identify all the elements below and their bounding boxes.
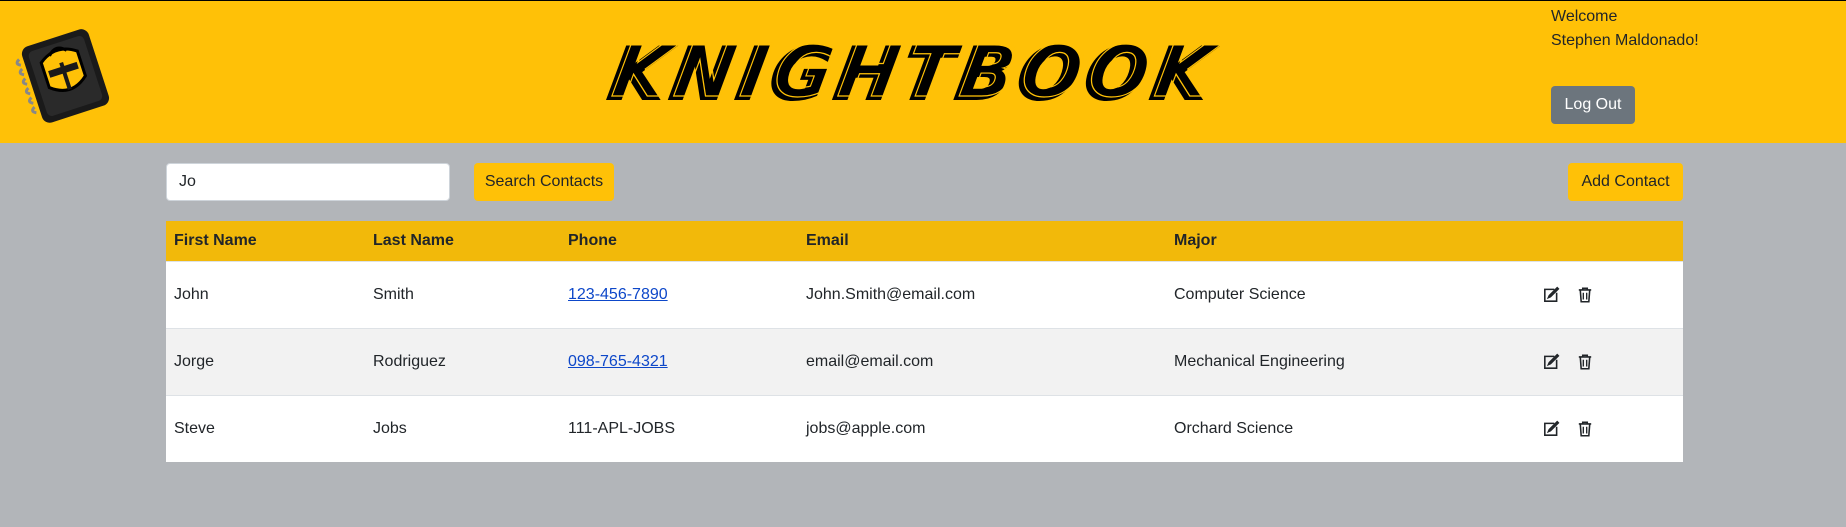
header-bar: KNIGHTBOOK KNIGHTBOOK Welcome Stephen Ma… bbox=[0, 0, 1846, 143]
trash-icon[interactable] bbox=[1575, 419, 1595, 439]
knight-notebook-logo-icon bbox=[15, 29, 110, 123]
edit-icon[interactable] bbox=[1541, 285, 1561, 305]
user-name: Stephen Maldonado! bbox=[1551, 32, 1699, 49]
brand-logo: KNIGHTBOOK KNIGHTBOOK bbox=[602, 31, 1220, 111]
cell-major: Mechanical Engineering bbox=[1174, 353, 1345, 370]
column-header-first-name: First Name bbox=[174, 232, 257, 249]
column-header-email: Email bbox=[806, 232, 849, 249]
cell-first-name: Jorge bbox=[174, 353, 215, 370]
search-input[interactable] bbox=[166, 163, 450, 201]
cell-phone: 111-APL-JOBS bbox=[568, 420, 676, 437]
phone-link[interactable]: 098-765-4321 bbox=[568, 353, 668, 370]
cell-first-name: Steve bbox=[174, 420, 215, 437]
svg-text:KNIGHTBOOK: KNIGHTBOOK bbox=[607, 31, 1220, 111]
cell-last-name: Smith bbox=[373, 286, 414, 303]
column-header-last-name: Last Name bbox=[373, 232, 454, 249]
column-header-phone: Phone bbox=[568, 232, 617, 249]
table-row: Jorge Rodriguez 098-765-4321 email@email… bbox=[166, 328, 1683, 395]
row-actions bbox=[1541, 419, 1683, 439]
row-actions bbox=[1541, 285, 1683, 305]
cell-major: Orchard Science bbox=[1174, 420, 1294, 437]
add-contact-button[interactable]: Add Contact bbox=[1568, 163, 1683, 201]
row-actions bbox=[1541, 352, 1683, 372]
cell-first-name: John bbox=[174, 286, 209, 303]
welcome-message: Welcome Stephen Maldonado! bbox=[1551, 5, 1699, 53]
cell-major: Computer Science bbox=[1174, 286, 1306, 303]
cell-email: email@email.com bbox=[806, 353, 934, 370]
cell-email: John.Smith@email.com bbox=[806, 286, 976, 303]
phone-link[interactable]: 123-456-7890 bbox=[568, 286, 668, 303]
cell-last-name: Rodriguez bbox=[373, 353, 446, 370]
cell-email: jobs@apple.com bbox=[806, 420, 926, 437]
cell-last-name: Jobs bbox=[373, 420, 407, 437]
table-header: First Name Last Name Phone Email Major bbox=[166, 221, 1683, 261]
table-row: Steve Jobs 111-APL-JOBS jobs@apple.com O… bbox=[166, 395, 1683, 462]
table-row: John Smith 123-456-7890 John.Smith@email… bbox=[166, 261, 1683, 328]
edit-icon[interactable] bbox=[1541, 419, 1561, 439]
logout-button[interactable]: Log Out bbox=[1551, 86, 1635, 124]
trash-icon[interactable] bbox=[1575, 352, 1595, 372]
edit-icon[interactable] bbox=[1541, 352, 1561, 372]
contacts-table: First Name Last Name Phone Email Major J… bbox=[166, 221, 1683, 462]
search-contacts-button[interactable]: Search Contacts bbox=[474, 163, 614, 201]
trash-icon[interactable] bbox=[1575, 285, 1595, 305]
column-header-major: Major bbox=[1174, 232, 1217, 249]
welcome-label: Welcome bbox=[1551, 8, 1618, 25]
